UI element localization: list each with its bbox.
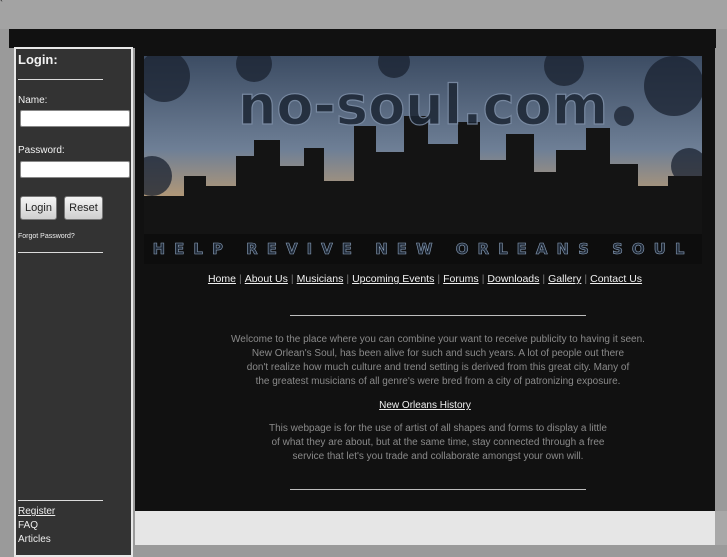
nav-home[interactable]: Home (208, 273, 236, 285)
login-title: Login: (18, 52, 58, 67)
sidebar-divider (18, 500, 103, 501)
nav-gallery[interactable]: Gallery (548, 273, 581, 285)
nav-contact-us[interactable]: Contact Us (590, 273, 642, 285)
main-content: no-soul.com HELP REVIVE NEW ORLEANS SOUL… (135, 47, 715, 511)
new-orleans-history-link[interactable]: New Orleans History (135, 400, 715, 411)
main-nav: Home | About Us | Musicians | Upcoming Events |… (135, 273, 715, 285)
purpose-text: This webpage is for the use of artist of… (230, 422, 646, 464)
site-banner: no-soul.com HELP REVIVE NEW ORLEANS SOUL (144, 56, 702, 264)
nav-separator: | (290, 273, 294, 285)
password-label: Password: (18, 145, 65, 156)
articles-link[interactable]: Articles (18, 534, 51, 545)
reset-button[interactable]: Reset (64, 196, 103, 220)
welcome-text: Welcome to the place where you can combi… (230, 333, 646, 389)
footer-area (135, 511, 715, 545)
nav-upcoming-events[interactable]: Upcoming Events (352, 273, 434, 285)
name-input[interactable] (20, 110, 130, 127)
corner-mark: ` (0, 0, 3, 9)
nav-separator: | (238, 273, 242, 285)
password-input[interactable] (20, 161, 130, 178)
faq-link[interactable]: FAQ (18, 520, 38, 531)
nav-musicians[interactable]: Musicians (297, 273, 344, 285)
footer-edge (715, 511, 727, 545)
nav-separator: | (584, 273, 588, 285)
register-link[interactable]: Register (18, 506, 55, 517)
sidebar-divider (18, 252, 103, 253)
nav-separator: | (346, 273, 350, 285)
banner-tagline: HELP REVIVE NEW ORLEANS SOUL (153, 240, 694, 258)
sidebar-divider (18, 79, 103, 80)
right-edge (716, 29, 727, 48)
top-strip (0, 0, 727, 29)
welcome-line: the greatest musicians of all genre's we… (255, 376, 621, 387)
login-button[interactable]: Login (20, 196, 57, 220)
nav-forums[interactable]: Forums (443, 273, 479, 285)
welcome-line: Welcome to the place where you can combi… (231, 334, 645, 345)
content-divider (290, 315, 586, 316)
purpose-line: of what they are about, but at the same … (271, 437, 605, 448)
nav-separator: | (481, 273, 485, 285)
city-skyline-image: no-soul.com HELP REVIVE NEW ORLEANS SOUL (144, 56, 702, 264)
purpose-line: This webpage is for the use of artist of… (269, 423, 607, 434)
nav-about-us[interactable]: About Us (245, 273, 288, 285)
name-label: Name: (18, 95, 48, 106)
forgot-password-link[interactable]: Forgot Password? (18, 233, 75, 240)
nav-downloads[interactable]: Downloads (487, 273, 539, 285)
top-bar (9, 29, 716, 48)
login-sidebar: Login: Name: Password: Login Reset Forgo… (14, 47, 133, 557)
welcome-line: don't realize how much culture and trend… (246, 362, 630, 373)
welcome-line: New Orlean's Soul, has been alive for su… (251, 348, 625, 359)
site-logo: no-soul.com (238, 74, 608, 137)
nav-separator: | (542, 273, 546, 285)
content-divider (290, 489, 586, 490)
purpose-line: service that let's you trade and collabo… (292, 451, 584, 462)
nav-separator: | (437, 273, 441, 285)
